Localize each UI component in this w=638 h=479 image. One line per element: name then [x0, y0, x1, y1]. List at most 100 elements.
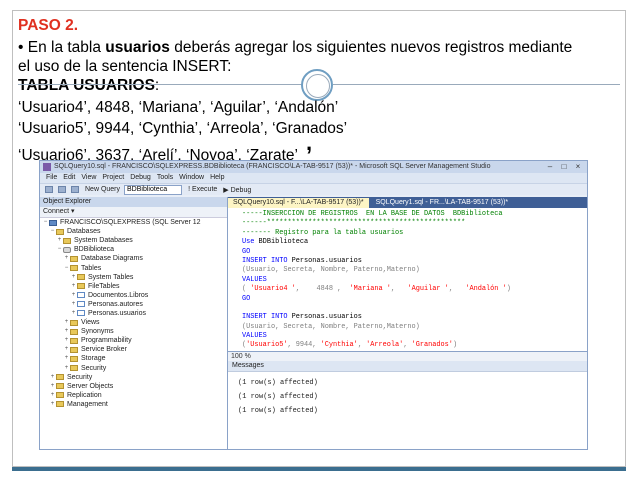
expand-icon[interactable]: +	[70, 291, 77, 300]
new-query-button[interactable]: New Query	[85, 186, 120, 193]
table-icon	[77, 292, 85, 299]
tree-node[interactable]: + Security	[40, 373, 227, 382]
database-select[interactable]: BDBiblioteca	[124, 184, 183, 195]
code-token: 'Usuario4 '	[250, 285, 296, 294]
back-icon[interactable]	[45, 186, 53, 193]
expand-icon[interactable]: +	[70, 309, 77, 318]
collapse-icon[interactable]: −	[56, 245, 63, 254]
expand-icon[interactable]: +	[49, 391, 56, 400]
folder-icon	[56, 392, 64, 399]
tree-node[interactable]: + Programmability	[40, 336, 227, 345]
expand-icon[interactable]: +	[63, 336, 70, 345]
tree-node[interactable]: + System Databases	[40, 236, 227, 245]
code-line: (Usuario, Secreta, Nombre, Paterno,Mater…	[242, 266, 587, 275]
query-editor[interactable]: SQLQuery10.sql - F...\LA-TAB-9517 (53))*…	[228, 197, 587, 396]
tree-node[interactable]: − Tables	[40, 263, 227, 272]
expand-icon[interactable]: +	[49, 382, 56, 391]
menu-item-view[interactable]: View	[81, 174, 96, 181]
tree-node-label: FRANCISCO\SQLEXPRESS (SQL Server 12	[60, 219, 201, 227]
tree-node[interactable]: + FileTables	[40, 282, 227, 291]
expand-icon[interactable]: +	[63, 327, 70, 336]
code-token: ,	[403, 341, 412, 350]
tree-node[interactable]: + Personas.usuarios	[40, 309, 227, 318]
maximize-icon[interactable]: □	[557, 162, 571, 171]
code-token: 'Arreola'	[366, 341, 404, 350]
save-icon[interactable]	[71, 186, 79, 193]
menu-item-debug[interactable]: Debug	[130, 174, 151, 181]
tree-node[interactable]: + Synonyms	[40, 327, 227, 336]
menu-item-project[interactable]: Project	[102, 174, 124, 181]
debug-button[interactable]: ▶ Debug	[223, 186, 251, 194]
code-token: Personas.usuarios	[291, 313, 362, 322]
tree-node-label: Database Diagrams	[81, 255, 143, 263]
tree-node[interactable]: + Replication	[40, 391, 227, 400]
tree-node-label: Security	[81, 364, 107, 372]
expand-icon[interactable]: +	[49, 373, 56, 382]
tree-node-label: Databases	[67, 228, 101, 236]
code-token: Use	[242, 238, 259, 247]
tree-node[interactable]: + Views	[40, 318, 227, 327]
folder-icon	[70, 255, 78, 262]
folder-icon	[77, 274, 85, 281]
code-token: 'Granados'	[411, 341, 453, 350]
code-token: INSERT INTO	[242, 256, 292, 265]
code-line: GO	[242, 248, 587, 257]
folder-icon	[70, 328, 78, 335]
code-line: (Usuario, Secreta, Nombre, Paterno,Mater…	[242, 323, 587, 332]
forward-icon[interactable]	[58, 186, 66, 193]
zoom-level[interactable]: 100 %	[228, 351, 587, 361]
expand-icon[interactable]: +	[63, 354, 70, 363]
tree-node[interactable]: + Management	[40, 400, 227, 409]
messages-tab[interactable]: Messages	[228, 361, 587, 372]
close-icon[interactable]: ×	[571, 162, 585, 171]
expand-icon[interactable]: +	[63, 254, 70, 263]
code-token: 'Mariana '	[349, 285, 391, 294]
expand-icon[interactable]: +	[56, 236, 63, 245]
tree-node[interactable]: + Personas.autores	[40, 300, 227, 309]
tree-node-label: Personas.usuarios	[88, 309, 146, 317]
folder-icon	[70, 319, 78, 326]
expand-icon[interactable]: +	[70, 300, 77, 309]
collapse-icon[interactable]: −	[63, 264, 70, 273]
tree-node[interactable]: − BDBiblioteca	[40, 245, 227, 254]
tree-node[interactable]: + Security	[40, 364, 227, 373]
editor-tab[interactable]: SQLQuery1.sql - FR...\LA-TAB-9517 (53))*	[371, 198, 514, 208]
message-line: (1 row(s) affected)	[238, 379, 318, 387]
expand-icon[interactable]: +	[63, 364, 70, 373]
minimize-icon[interactable]: –	[543, 162, 557, 171]
code-line: Use BDBiblioteca	[242, 238, 587, 247]
stray-comma: ,	[306, 130, 313, 155]
ssms-menu-bar: File Edit View Project Debug Tools Window Help	[40, 173, 587, 183]
tree-node[interactable]: + Database Diagrams	[40, 254, 227, 263]
folder-icon	[63, 237, 71, 244]
tree-node[interactable]: − FRANCISCO\SQLEXPRESS (SQL Server 12	[40, 218, 227, 227]
tree-node[interactable]: + Service Broker	[40, 345, 227, 354]
code-token: INSERT INTO	[242, 313, 292, 322]
expand-icon[interactable]: +	[63, 345, 70, 354]
connect-button[interactable]: Connect ▾	[40, 207, 227, 218]
collapse-icon[interactable]: −	[49, 227, 56, 236]
tree-node[interactable]: + Documentos.Libros	[40, 291, 227, 300]
expand-icon[interactable]: +	[63, 318, 70, 327]
menu-item-edit[interactable]: Edit	[63, 174, 75, 181]
expand-icon[interactable]: +	[49, 400, 56, 409]
code-token: , 4848 ,	[295, 285, 350, 294]
collapse-icon[interactable]: −	[42, 218, 49, 227]
ssms-toolbar: New Query BDBiblioteca ! Execute ▶ Debug	[40, 183, 587, 195]
tree-node[interactable]: + System Tables	[40, 273, 227, 282]
menu-item-window[interactable]: Window	[179, 174, 204, 181]
folder-icon	[70, 265, 78, 272]
menu-item-tools[interactable]: Tools	[157, 174, 173, 181]
menu-item-file[interactable]: File	[46, 174, 57, 181]
code-line: VALUES	[242, 332, 587, 341]
tree-node-label: Service Broker	[81, 346, 127, 354]
tree-node[interactable]: + Server Objects	[40, 382, 227, 391]
editor-tab[interactable]: SQLQuery10.sql - F...\LA-TAB-9517 (53))*	[228, 198, 369, 208]
tree-node[interactable]: − Databases	[40, 227, 227, 236]
expand-icon[interactable]: +	[70, 282, 77, 291]
expand-icon[interactable]: +	[70, 273, 77, 282]
tree-node[interactable]: + Storage	[40, 354, 227, 363]
code-token: Personas.usuarios	[291, 256, 362, 265]
menu-item-help[interactable]: Help	[210, 174, 224, 181]
execute-button[interactable]: ! Execute	[188, 186, 217, 193]
